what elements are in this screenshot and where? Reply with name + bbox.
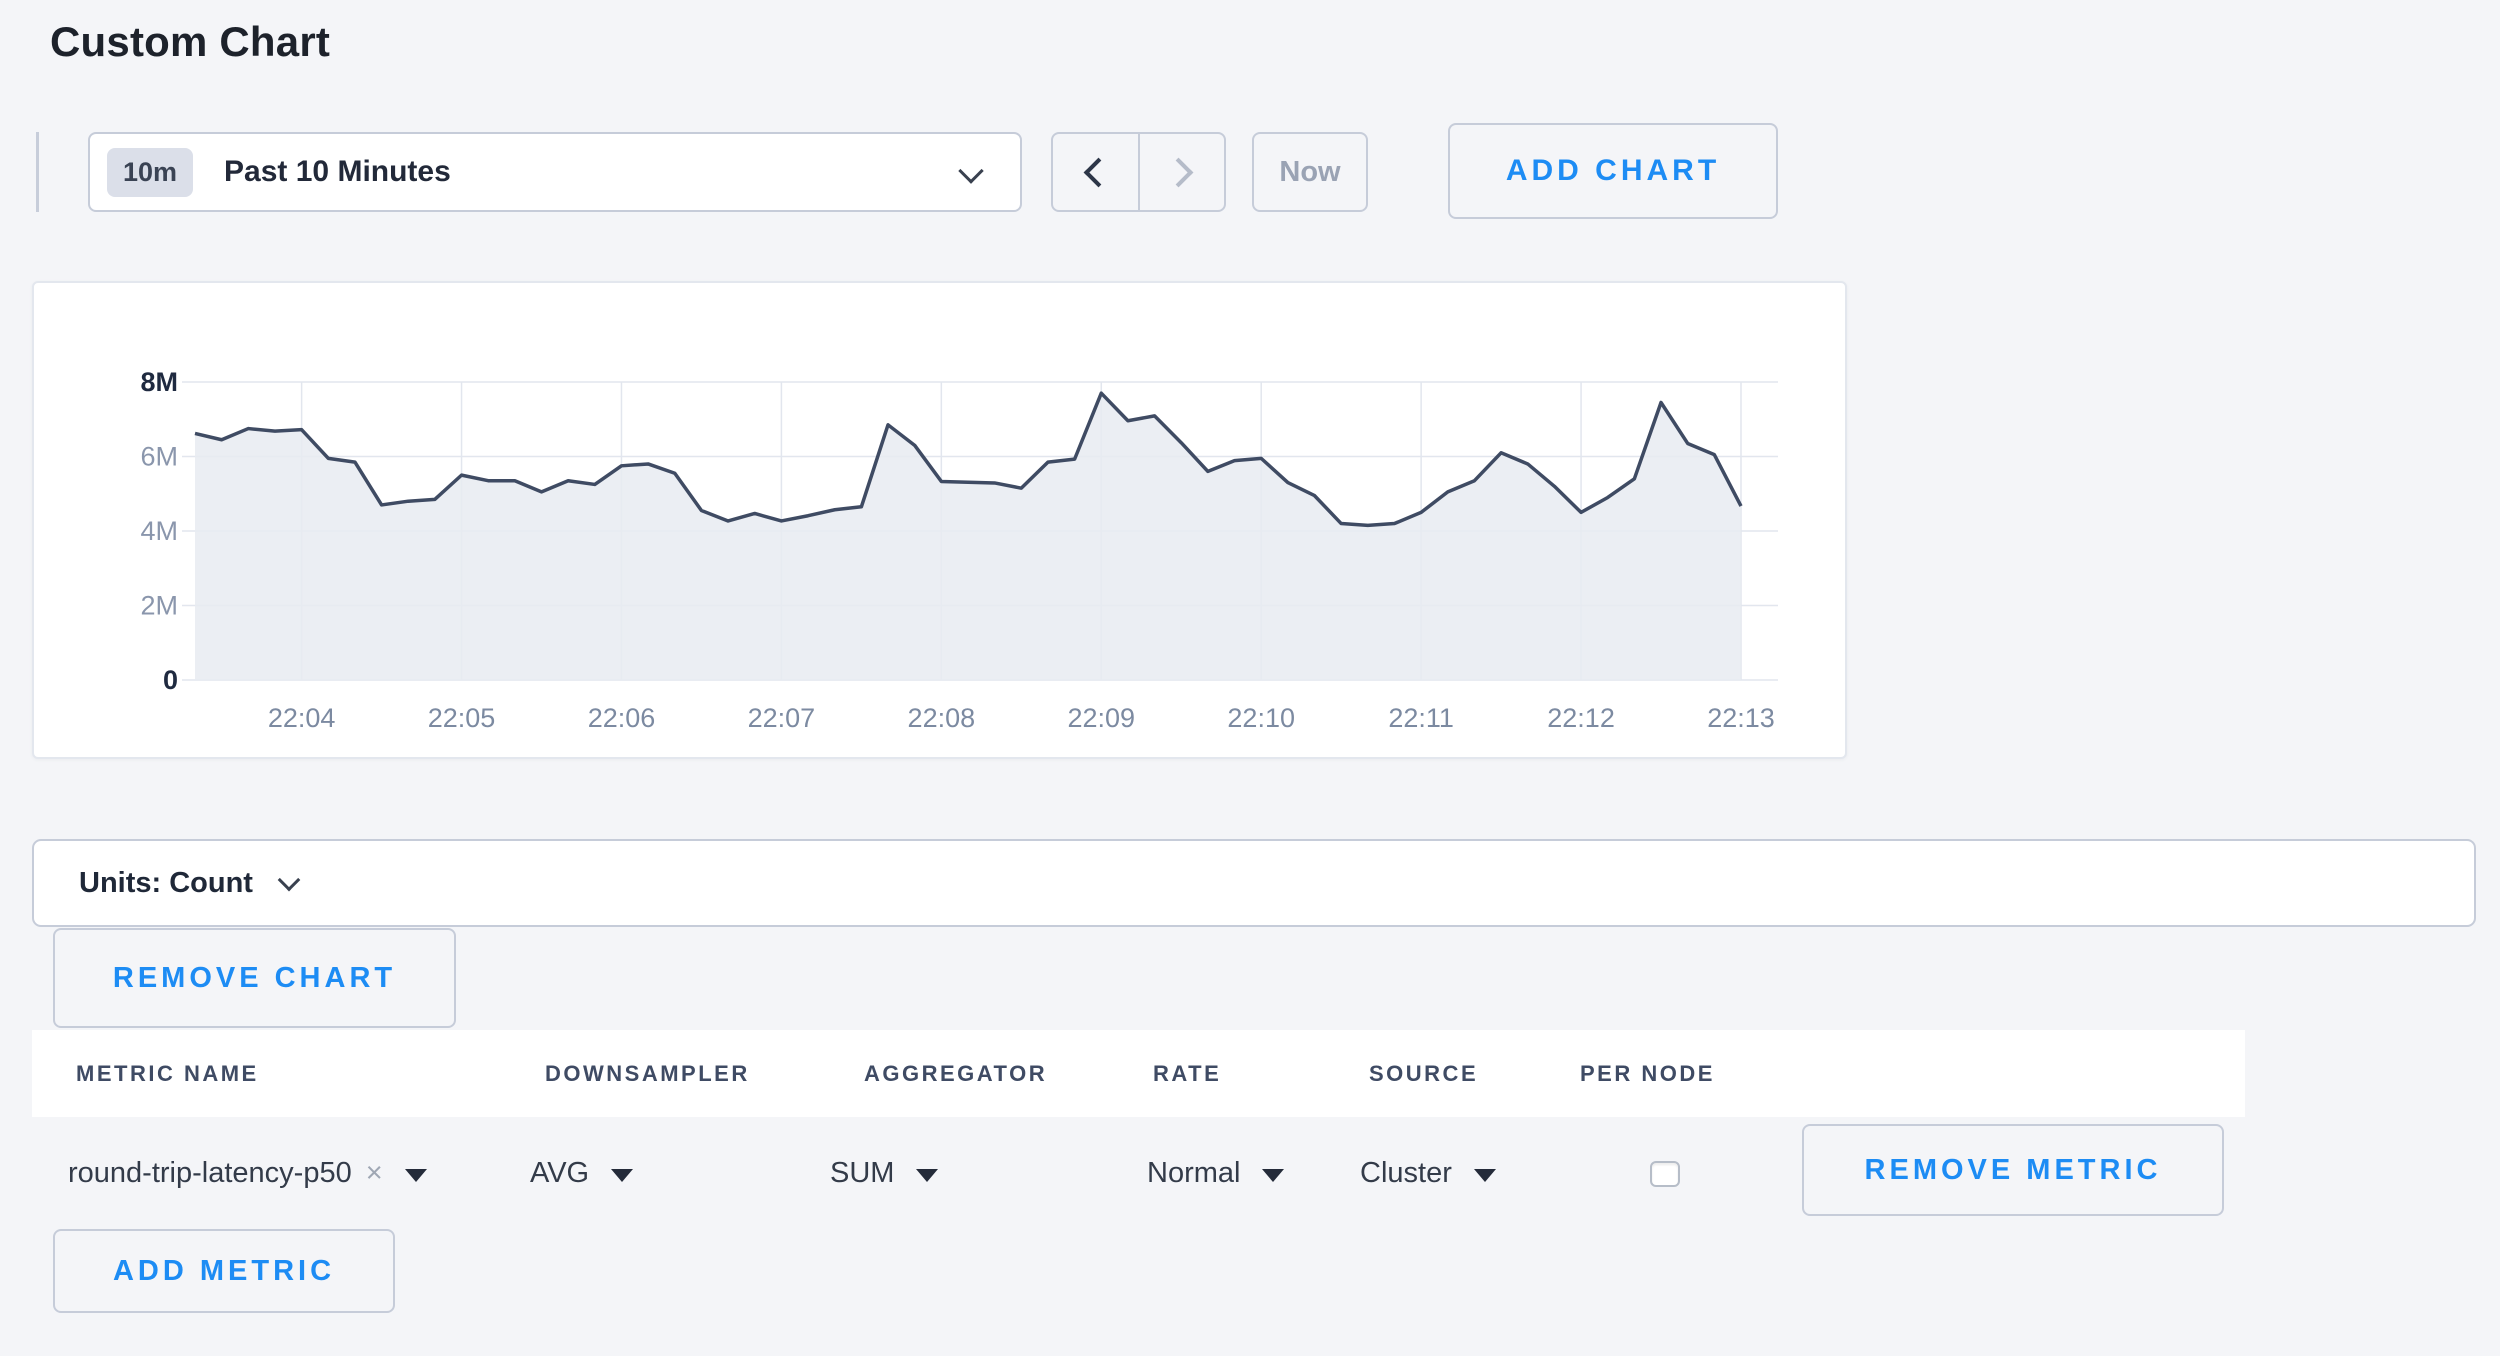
column-header-aggregator: AGGREGATOR (864, 1030, 1047, 1117)
downsampler-select[interactable]: AVG (530, 1117, 633, 1229)
chart-card: 22:04 22:05 22:06 22:07 22:08 22:09 22:10 22:11… (32, 281, 1847, 759)
page-title: Custom Chart (50, 18, 330, 66)
time-forward-button[interactable] (1138, 134, 1225, 210)
aggregator-value: SUM (830, 1157, 894, 1190)
column-header-downsampler: DOWNSAMPLER (545, 1030, 750, 1117)
rate-select[interactable]: Normal (1147, 1117, 1284, 1229)
now-button[interactable]: Now (1252, 132, 1368, 212)
svg-text:22:05: 22:05 (428, 703, 496, 733)
add-chart-button[interactable]: ADD CHART (1448, 123, 1778, 219)
svg-text:22:06: 22:06 (588, 703, 656, 733)
svg-text:22:09: 22:09 (1067, 703, 1135, 733)
rate-value: Normal (1147, 1157, 1240, 1190)
source-select[interactable]: Cluster (1360, 1117, 1496, 1229)
add-metric-button[interactable]: ADD METRIC (53, 1229, 395, 1313)
chevron-left-icon (1083, 157, 1113, 187)
time-range-badge: 10m (107, 148, 193, 197)
column-header-rate: RATE (1153, 1030, 1221, 1117)
remove-metric-button[interactable]: REMOVE METRIC (1802, 1124, 2224, 1216)
units-dropdown[interactable]: Units: Count (32, 839, 2476, 927)
time-back-button[interactable] (1053, 134, 1138, 210)
svg-text:2M: 2M (140, 591, 178, 621)
svg-text:22:07: 22:07 (748, 703, 816, 733)
svg-text:4M: 4M (140, 516, 178, 546)
dropdown-arrow-icon (916, 1169, 938, 1182)
svg-text:22:08: 22:08 (908, 703, 976, 733)
svg-text:8M: 8M (140, 367, 178, 397)
custom-chart-page: Custom Chart 10m Past 10 Minutes Now ADD… (0, 0, 2500, 1356)
dropdown-arrow-icon (1474, 1169, 1496, 1182)
svg-text:22:10: 22:10 (1227, 703, 1295, 733)
per-node-checkbox[interactable] (1650, 1161, 1680, 1187)
svg-text:22:11: 22:11 (1388, 703, 1454, 733)
remove-chart-button[interactable]: REMOVE CHART (53, 928, 456, 1028)
aggregator-select[interactable]: SUM (830, 1117, 938, 1229)
dropdown-arrow-icon (405, 1169, 427, 1182)
downsampler-value: AVG (530, 1157, 589, 1190)
time-range-dropdown[interactable]: 10m Past 10 Minutes (88, 132, 1022, 212)
latency-area-chart: 22:04 22:05 22:06 22:07 22:08 22:09 22:10 22:11… (34, 283, 1845, 757)
toolbar-divider (36, 132, 39, 212)
column-header-metric-name: METRIC NAME (76, 1030, 259, 1117)
time-range-label: Past 10 Minutes (224, 155, 451, 189)
source-value: Cluster (1360, 1157, 1452, 1190)
chevron-down-icon (278, 869, 301, 892)
metrics-table-header: METRIC NAME DOWNSAMPLER AGGREGATOR RATE … (32, 1030, 2245, 1117)
remove-tag-icon[interactable]: × (366, 1157, 383, 1190)
svg-text:22:04: 22:04 (268, 703, 336, 733)
svg-text:6M: 6M (140, 442, 178, 472)
chevron-right-icon (1164, 157, 1194, 187)
svg-text:0: 0 (163, 665, 178, 695)
svg-text:22:13: 22:13 (1707, 703, 1775, 733)
units-label: Units: Count (79, 867, 253, 900)
metric-name-value: round-trip-latency-p50 (68, 1157, 352, 1190)
dropdown-arrow-icon (1262, 1169, 1284, 1182)
column-header-source: SOURCE (1369, 1030, 1478, 1117)
column-header-per-node: PER NODE (1580, 1030, 1715, 1117)
dropdown-arrow-icon (611, 1169, 633, 1182)
chevron-down-icon (958, 158, 983, 183)
metric-name-select[interactable]: round-trip-latency-p50 × (68, 1117, 427, 1229)
svg-text:22:12: 22:12 (1547, 703, 1615, 733)
time-nav-group (1051, 132, 1226, 212)
